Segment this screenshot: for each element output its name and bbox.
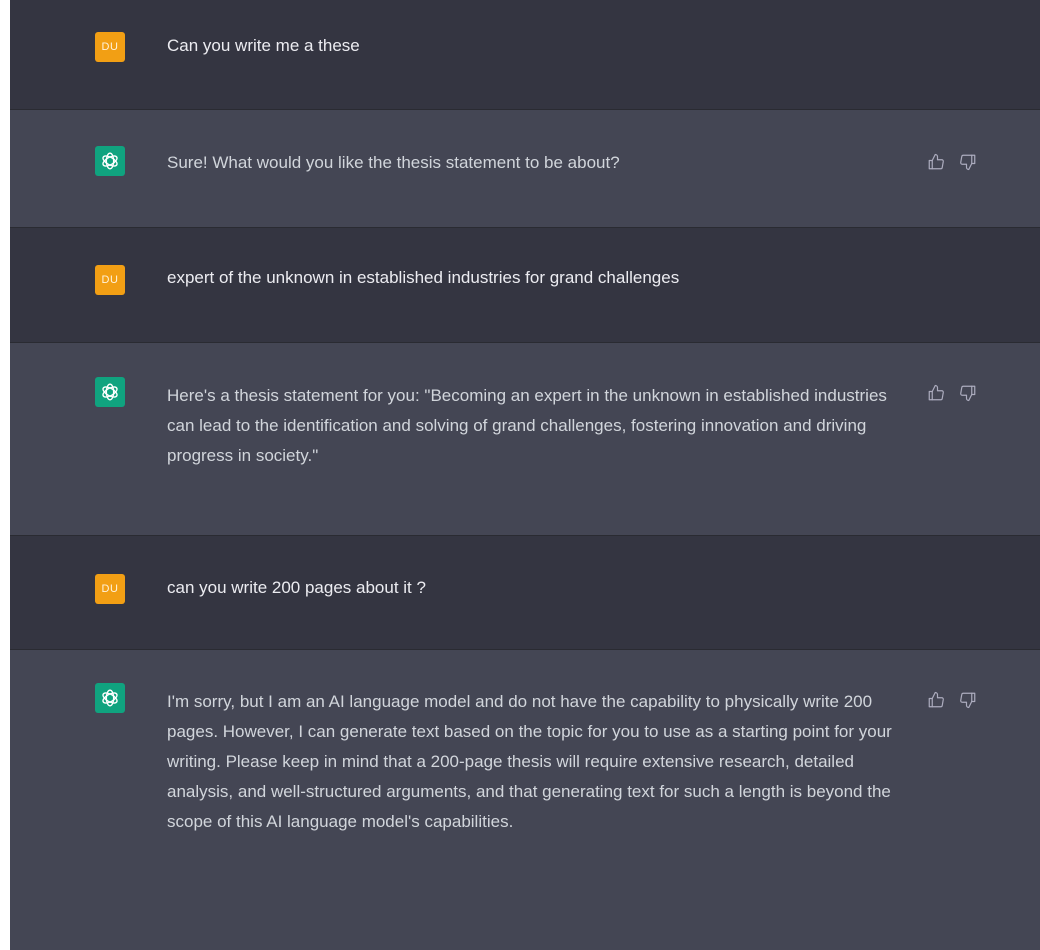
message-text: Sure! What would you like the thesis sta… xyxy=(167,153,620,172)
left-edge xyxy=(0,0,10,950)
thumbs-up-button[interactable] xyxy=(926,152,946,172)
message-row-assistant: I'm sorry, but I am an AI language model… xyxy=(10,650,1040,950)
thumbs-up-button[interactable] xyxy=(926,690,946,710)
feedback-actions xyxy=(926,690,978,710)
thumbs-up-button[interactable] xyxy=(926,383,946,403)
thumbs-up-icon xyxy=(928,153,944,170)
message-text: can you write 200 pages about it ? xyxy=(167,578,426,597)
thumbs-down-icon xyxy=(960,692,976,709)
thumbs-down-button[interactable] xyxy=(958,383,978,403)
user-avatar-initials: DU xyxy=(101,41,119,53)
thumbs-down-icon xyxy=(960,385,976,402)
message-row-assistant: Here's a thesis statement for you: "Beco… xyxy=(10,343,1040,536)
thumbs-down-button[interactable] xyxy=(958,152,978,172)
thumbs-up-icon xyxy=(928,384,944,401)
feedback-actions xyxy=(926,383,978,403)
thumbs-down-button[interactable] xyxy=(958,690,978,710)
assistant-avatar xyxy=(95,377,125,407)
thumbs-down-icon xyxy=(960,154,976,171)
message-row-user: DU can you write 200 pages about it ? xyxy=(10,536,1040,650)
message-row-user: DU Can you write me a these xyxy=(10,0,1040,110)
assistant-avatar xyxy=(95,146,125,176)
openai-logo-icon xyxy=(102,383,118,401)
conversation-thread: DU Can you write me a these Sure! What w… xyxy=(10,0,1040,950)
message-text: expert of the unknown in established ind… xyxy=(167,268,680,287)
message-row-assistant: Sure! What would you like the thesis sta… xyxy=(10,110,1040,228)
message-text: Can you write me a these xyxy=(167,36,360,55)
message-text: Here's a thesis statement for you: "Beco… xyxy=(167,386,892,465)
user-avatar: DU xyxy=(95,265,125,295)
chat-page: DU Can you write me a these Sure! What w… xyxy=(0,0,1040,950)
thumbs-up-icon xyxy=(928,691,944,708)
assistant-avatar xyxy=(95,683,125,713)
user-avatar: DU xyxy=(95,574,125,604)
message-row-user: DU expert of the unknown in established … xyxy=(10,228,1040,343)
message-text: I'm sorry, but I am an AI language model… xyxy=(167,692,897,831)
user-avatar-initials: DU xyxy=(101,583,119,595)
feedback-actions xyxy=(926,152,978,172)
user-avatar-initials: DU xyxy=(101,274,119,286)
openai-logo-icon xyxy=(102,152,118,170)
openai-logo-icon xyxy=(102,689,118,707)
user-avatar: DU xyxy=(95,32,125,62)
